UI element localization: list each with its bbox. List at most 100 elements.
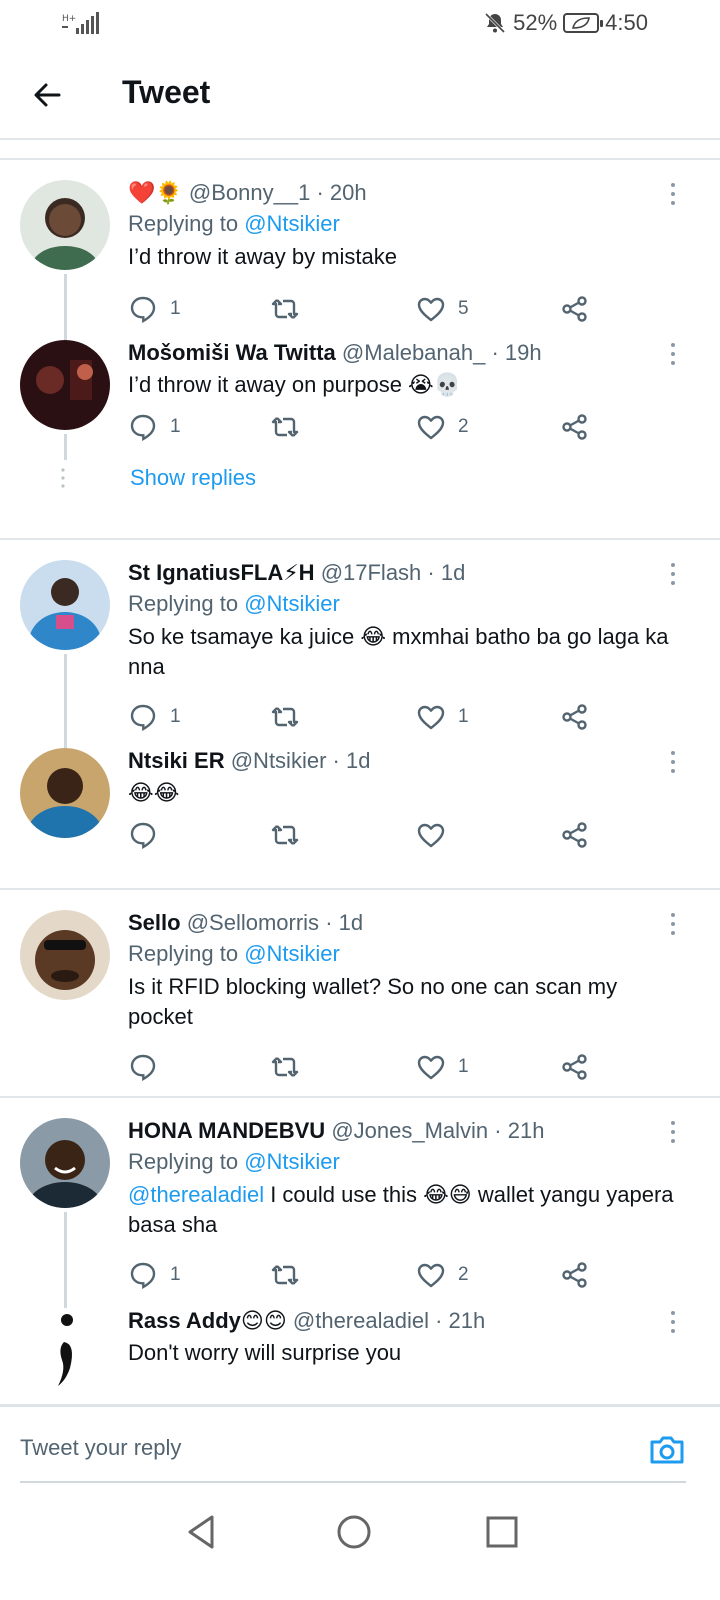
reply-composer: Tweet your reply (0, 1404, 720, 1500)
retweet-button[interactable] (270, 294, 312, 324)
tweet[interactable]: Ntsiki ER @Ntsikier · 1d 😂😂 (0, 748, 720, 888)
like-button[interactable]: 2 (416, 412, 469, 442)
avatar[interactable] (20, 910, 110, 1000)
tweet[interactable]: HONA MANDEBVU @Jones_Malvin · 21h Replyi… (0, 1098, 720, 1332)
tweet-time: · 1d (332, 748, 371, 773)
replying-to-mention[interactable]: @Ntsikier (244, 1149, 340, 1174)
share-button[interactable] (560, 412, 590, 442)
nav-recents-icon[interactable] (482, 1512, 522, 1552)
heart-icon (417, 415, 445, 440)
user-handle[interactable]: @17Flash (321, 560, 422, 585)
like-button[interactable]: 2 (416, 1260, 469, 1290)
reply-button[interactable]: 1 (128, 412, 181, 442)
avatar[interactable] (20, 1308, 110, 1398)
svg-text:H+: H+ (62, 14, 76, 24)
avatar[interactable] (20, 340, 110, 430)
user-name[interactable]: Ntsiki ER (128, 748, 225, 773)
retweet-icon (271, 417, 299, 437)
avatar[interactable] (20, 560, 110, 650)
tweet[interactable]: ❤️🌻 @Bonny__1 · 20h Replying to @Ntsikie… (0, 160, 720, 360)
tweet[interactable]: Rass Addy😊😊 @therealadiel · 21h Don't wo… (0, 1308, 720, 1404)
reply-count: 1 (170, 1264, 181, 1285)
reply-button[interactable] (128, 820, 170, 850)
more-options-icon[interactable] (666, 1310, 680, 1334)
user-handle[interactable]: @Ntsikier (231, 748, 327, 773)
user-name[interactable]: HONA MANDEBVU (128, 1118, 325, 1143)
reply-button[interactable]: 1 (128, 702, 181, 732)
more-options-icon[interactable] (666, 912, 680, 936)
more-options-icon[interactable] (666, 1120, 680, 1144)
user-handle[interactable]: @Sellomorris (187, 910, 319, 935)
like-count: 1 (458, 706, 469, 727)
back-button[interactable] (28, 76, 66, 114)
replying-to: Replying to @Ntsikier (128, 1146, 680, 1178)
retweet-button[interactable] (270, 820, 312, 850)
share-button[interactable] (560, 294, 590, 324)
reply-icon (130, 1262, 156, 1290)
more-options-icon[interactable] (666, 750, 680, 774)
avatar[interactable] (20, 748, 110, 838)
replying-to-mention[interactable]: @Ntsikier (244, 941, 340, 966)
share-icon (562, 296, 587, 322)
share-button[interactable] (560, 820, 590, 850)
show-replies-link[interactable]: Show replies (130, 465, 256, 491)
system-nav-bar (0, 1500, 720, 1600)
tweet-text: 😂😂 (128, 780, 180, 805)
like-button[interactable]: 1 (416, 702, 469, 732)
text-mention[interactable]: @therealadiel (128, 1182, 264, 1207)
user-name[interactable]: Rass Addy😊😊 (128, 1308, 287, 1333)
share-button[interactable] (560, 702, 590, 732)
retweet-button[interactable] (270, 412, 312, 442)
replying-to-mention[interactable]: @Ntsikier (244, 211, 340, 236)
clock-time: 4:50 (605, 10, 648, 35)
nav-home-icon[interactable] (334, 1512, 374, 1552)
share-button[interactable] (560, 1052, 590, 1082)
avatar[interactable] (20, 180, 110, 270)
like-button[interactable]: 5 (416, 294, 469, 324)
share-icon (562, 704, 587, 730)
like-count: 5 (458, 298, 469, 319)
tweet-header: Mošomiši Wa Twitta @Malebanah_ · 19h (128, 338, 680, 368)
avatar[interactable] (20, 1118, 110, 1208)
like-count: 2 (458, 1264, 469, 1285)
user-handle[interactable]: @Malebanah_ (342, 340, 485, 365)
retweet-button[interactable] (270, 1052, 312, 1082)
tweet-time: · 20h (316, 180, 367, 205)
user-handle[interactable]: @therealadiel (293, 1308, 429, 1333)
retweet-icon (271, 825, 299, 845)
more-options-icon[interactable] (666, 562, 680, 586)
tweet-time: · 21h (494, 1118, 545, 1143)
like-count: 1 (458, 1056, 469, 1077)
camera-icon[interactable] (648, 1433, 686, 1467)
tweet[interactable]: St IgnatiusFLA⚡H @17Flash · 1d Replying … (0, 540, 720, 766)
user-handle[interactable]: @Bonny__1 (189, 180, 310, 205)
more-options-icon[interactable] (666, 342, 680, 366)
tweet-header: Rass Addy😊😊 @therealadiel · 21h (128, 1306, 680, 1336)
user-handle[interactable]: @Jones_Malvin (331, 1118, 488, 1143)
replying-to-mention[interactable]: @Ntsikier (244, 591, 340, 616)
tweet-text: Is it RFID blocking wallet? So no one ca… (128, 974, 618, 1029)
retweet-button[interactable] (270, 702, 312, 732)
reply-button[interactable] (128, 1052, 170, 1082)
like-button[interactable] (416, 820, 458, 850)
retweet-button[interactable] (270, 1260, 312, 1290)
reply-button[interactable]: 1 (128, 1260, 181, 1290)
user-name[interactable]: St IgnatiusFLA⚡H (128, 560, 315, 585)
share-button[interactable] (560, 1260, 590, 1290)
user-name[interactable]: Sello (128, 910, 181, 935)
heart-icon (417, 1055, 445, 1080)
more-options-icon[interactable] (666, 182, 680, 206)
like-count: 2 (458, 416, 469, 437)
reply-input[interactable]: Tweet your reply (20, 1435, 181, 1461)
reply-button[interactable]: 1 (128, 294, 181, 324)
tweet[interactable]: Sello @Sellomorris · 1d Replying to @Nts… (0, 890, 720, 1096)
tweet[interactable]: Mošomiši Wa Twitta @Malebanah_ · 19h I’d… (0, 340, 720, 538)
battery-icon (563, 13, 604, 33)
heart-icon (417, 1263, 445, 1288)
nav-back-icon[interactable] (182, 1512, 222, 1552)
tweet-time: · 1d (427, 560, 466, 585)
like-button[interactable]: 1 (416, 1052, 469, 1082)
tweet-actions: 1 1 (128, 702, 608, 734)
tweet-header: Sello @Sellomorris · 1d (128, 908, 680, 938)
user-name[interactable]: Mošomiši Wa Twitta (128, 340, 336, 365)
